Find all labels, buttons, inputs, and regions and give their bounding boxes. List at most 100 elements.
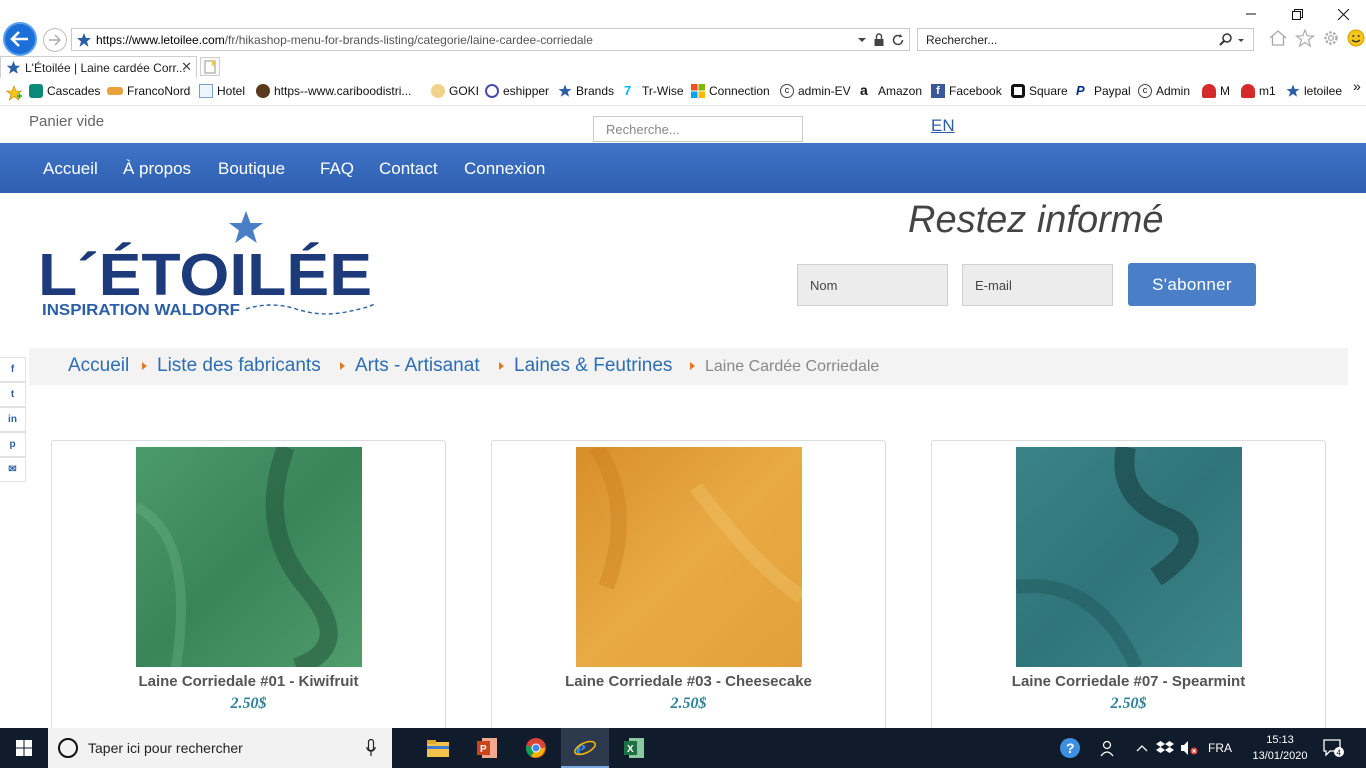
help-icon[interactable]: ? [1058, 736, 1082, 760]
powerpoint-app[interactable]: P [463, 728, 511, 768]
breadcrumb-laines[interactable]: Laines & Feutrines [514, 355, 672, 377]
product-card[interactable]: Laine Corriedale #07 - Spearmint 2.50$ [931, 440, 1326, 728]
breadcrumb-separator-icon [690, 362, 695, 370]
favorite-cariboo[interactable]: https--www.cariboodistri... [256, 84, 411, 98]
facebook-share-icon[interactable]: f [0, 357, 26, 382]
favorite-facebook[interactable]: f Facebook [931, 84, 1002, 98]
site-search-input[interactable]: Recherche... [593, 116, 803, 142]
email-share-icon[interactable]: ✉ [0, 457, 26, 482]
dropdown-arrow-icon[interactable] [857, 32, 867, 48]
favorite-m[interactable]: M [1202, 84, 1230, 98]
product-card[interactable]: Laine Corriedale #03 - Cheesecake 2.50$ [491, 440, 886, 728]
product-name[interactable]: Laine Corriedale #01 - Kiwifruit [52, 673, 445, 690]
folder-icon [427, 740, 449, 757]
nav-accueil[interactable]: Accueil [43, 159, 98, 179]
site-logo[interactable]: L´ÉTOILÉE INSPIRATION WALDORF [36, 209, 376, 321]
new-tab-icon [204, 59, 216, 74]
volume-muted-icon[interactable] [1180, 740, 1200, 756]
tab-title: L'Étoilée | Laine cardée Corr... [25, 61, 186, 75]
favorite-letoilee[interactable]: letoilee [1286, 84, 1342, 98]
pinterest-share-icon[interactable]: p [0, 432, 26, 457]
microphone-icon[interactable] [366, 739, 376, 757]
product-image[interactable] [136, 447, 362, 667]
product-card[interactable]: Laine Corriedale #01 - Kiwifruit 2.50$ [51, 440, 446, 728]
nav-a-propos[interactable]: À propos [123, 159, 191, 179]
home-icon[interactable] [1268, 29, 1288, 47]
action-center[interactable]: 4 [1322, 728, 1344, 768]
gear-icon[interactable] [1322, 29, 1340, 47]
search-icon[interactable] [1219, 32, 1233, 48]
favorite-cascades[interactable]: Cascades [29, 84, 100, 98]
subscribe-button[interactable]: S'abonner [1128, 263, 1256, 306]
linkedin-share-icon[interactable]: in [0, 407, 26, 432]
breadcrumb-separator-icon [499, 362, 504, 370]
excel-app[interactable]: X [610, 728, 658, 768]
close-tab-icon[interactable]: ✕ [181, 59, 192, 75]
taskbar-search-box[interactable]: Taper ici pour rechercher [48, 728, 392, 768]
favorite-admin-ev[interactable]: c admin-EV [780, 84, 851, 98]
newsletter-name-input[interactable]: Nom [797, 264, 948, 306]
favorite-goki[interactable]: GOKI [431, 84, 479, 98]
product-image[interactable] [1016, 447, 1242, 667]
product-name[interactable]: Laine Corriedale #07 - Spearmint [932, 673, 1325, 690]
notifications-icon: 4 [1323, 739, 1344, 758]
close-window-button[interactable] [1320, 0, 1366, 28]
chevron-down-icon[interactable] [1237, 32, 1245, 48]
lock-icon[interactable] [873, 32, 885, 48]
favorite-eshipper[interactable]: eshipper [485, 84, 549, 98]
nav-connexion[interactable]: Connexion [464, 159, 545, 179]
new-tab-button[interactable] [200, 57, 220, 76]
favorite-brands[interactable]: Brands [558, 84, 614, 98]
browser-search-box[interactable]: Rechercher... [917, 28, 1254, 51]
internet-explorer-app[interactable]: e [561, 728, 609, 768]
cart-status[interactable]: Panier vide [29, 113, 104, 130]
favorite-hotel[interactable]: Hotel [199, 84, 245, 98]
breadcrumb-arts[interactable]: Arts - Artisanat [355, 355, 480, 377]
product-price: 2.50$ [230, 695, 267, 712]
ghost-icon [1241, 84, 1255, 98]
favorite-admin[interactable]: c Admin [1138, 84, 1190, 98]
cortana-icon [58, 738, 78, 758]
favorite-amazon[interactable]: a Amazon [860, 83, 922, 98]
twitter-share-icon[interactable]: t [0, 382, 26, 407]
language-switch-link[interactable]: EN [931, 116, 955, 136]
minimize-button[interactable] [1228, 0, 1274, 28]
favorite-franconord[interactable]: FrancoNord [107, 84, 190, 98]
smiley-icon[interactable] [1347, 29, 1365, 47]
favorites-add-star-icon[interactable] [6, 85, 23, 101]
favorite-paypal[interactable]: P Paypal [1076, 84, 1131, 99]
people-icon[interactable] [1100, 739, 1118, 757]
nav-contact[interactable]: Contact [379, 159, 438, 179]
favorite-square[interactable]: Square [1011, 84, 1068, 98]
breadcrumb-accueil[interactable]: Accueil [68, 355, 129, 377]
refresh-icon[interactable] [891, 32, 905, 48]
product-name[interactable]: Laine Corriedale #03 - Cheesecake [492, 673, 885, 690]
favorite-label: GOKI [449, 84, 480, 98]
favorite-connection[interactable]: Connection [691, 84, 770, 98]
favorites-overflow-button[interactable]: » [1353, 78, 1361, 94]
chevron-up-icon[interactable] [1136, 743, 1148, 753]
newsletter-email-input[interactable]: E-mail [962, 264, 1113, 306]
forward-button[interactable] [43, 28, 67, 52]
product-image[interactable] [576, 447, 802, 667]
tab-active[interactable]: L'Étoilée | Laine cardée Corr... ✕ [0, 56, 197, 78]
clock[interactable]: 15:13 13/01/2020 [1250, 732, 1310, 764]
favorites-star-icon[interactable] [1295, 29, 1315, 47]
restore-button[interactable] [1274, 0, 1320, 28]
copyright-icon: c [780, 84, 794, 98]
nav-boutique[interactable]: Boutique [218, 159, 285, 179]
chrome-app[interactable] [512, 728, 560, 768]
address-bar[interactable]: https://www.letoilee.com/fr/hikashop-men… [71, 28, 910, 51]
star-icon [1286, 84, 1300, 97]
breadcrumb-fabricants[interactable]: Liste des fabricants [157, 355, 321, 377]
file-explorer-app[interactable] [414, 728, 462, 768]
copyright-icon: c [1138, 84, 1152, 98]
dropbox-icon[interactable] [1156, 740, 1174, 756]
favorite-m1[interactable]: m1 [1241, 84, 1276, 98]
favorite-trwise[interactable]: 7 Tr-Wise [624, 84, 684, 99]
back-button[interactable] [3, 22, 37, 56]
top-utility-bar: Panier vide Recherche... EN [0, 107, 1366, 143]
nav-faq[interactable]: FAQ [320, 159, 354, 179]
input-language[interactable]: FRA [1208, 741, 1232, 755]
start-button[interactable] [0, 728, 48, 768]
